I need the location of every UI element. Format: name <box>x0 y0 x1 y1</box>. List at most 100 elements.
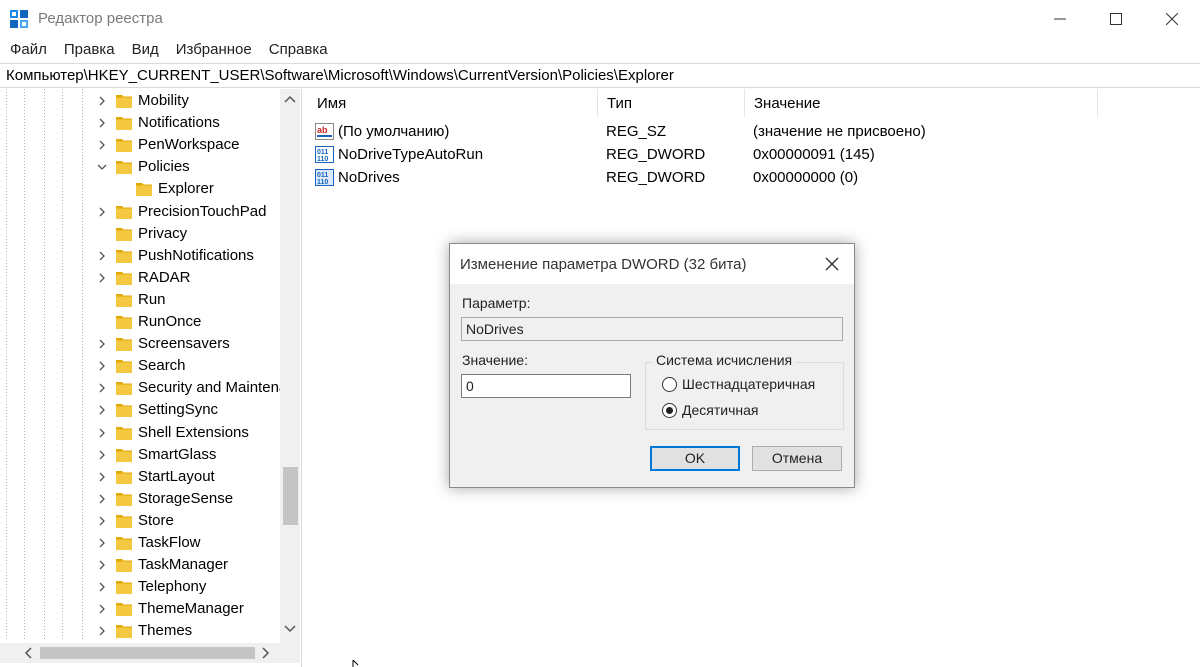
menu-favorites[interactable]: Избранное <box>167 38 260 62</box>
tree-item-notifications[interactable]: Notifications <box>0 112 282 134</box>
address-bar[interactable]: Компьютер\HKEY_CURRENT_USER\Software\Mic… <box>0 63 1200 88</box>
folder-icon <box>116 161 132 175</box>
tree-horizontal-scrollbar[interactable] <box>0 643 300 663</box>
tree-item-radar[interactable]: RADAR <box>0 267 282 289</box>
value-data: 0x00000000 (0) <box>753 169 859 186</box>
tree-item-taskflow[interactable]: TaskFlow <box>0 532 282 554</box>
chevron-right-icon[interactable] <box>96 272 108 284</box>
folder-icon <box>116 249 132 263</box>
chevron-right-icon[interactable] <box>96 449 108 461</box>
tree-item-storagesense[interactable]: StorageSense <box>0 488 282 510</box>
tree-item-runonce[interactable]: RunOnce <box>0 311 282 333</box>
tree-item-security-and-maintena[interactable]: Security and Maintena <box>0 377 282 399</box>
list-row[interactable]: 011 110 NoDriveTypeAutoRun REG_DWORD 0x0… <box>308 143 1188 166</box>
tree-item-policies[interactable]: Policies <box>0 156 282 178</box>
tree-item-label: RunOnce <box>138 313 202 330</box>
chevron-right-icon[interactable] <box>96 515 108 527</box>
radio-hex-label: Шестнадцатеричная <box>682 376 816 392</box>
tree-item-penworkspace[interactable]: PenWorkspace <box>0 134 282 156</box>
chevron-right-icon[interactable] <box>96 559 108 571</box>
minimize-button[interactable] <box>1032 0 1088 38</box>
tree-item-explorer[interactable]: Explorer <box>0 178 282 200</box>
scroll-up-icon[interactable] <box>284 95 296 103</box>
tree-item-pushnotifications[interactable]: PushNotifications <box>0 245 282 267</box>
chevron-right-icon[interactable] <box>96 603 108 615</box>
tree-item-taskmanager[interactable]: TaskManager <box>0 554 282 576</box>
tree-item-run[interactable]: Run <box>0 289 282 311</box>
tree-item-label: Themes <box>138 622 193 640</box>
tree-item-thememanager[interactable]: ThemeManager <box>0 598 282 620</box>
tree-item-settingsync[interactable]: SettingSync <box>0 399 282 421</box>
window-title: Редактор реестра <box>38 10 163 27</box>
tree-item-store[interactable]: Store <box>0 510 282 532</box>
radio-decimal[interactable]: Десятичная <box>662 400 758 420</box>
menu-view[interactable]: Вид <box>123 38 167 62</box>
folder-icon <box>116 205 132 219</box>
chevron-right-icon[interactable] <box>96 404 108 416</box>
close-icon[interactable] <box>822 254 842 274</box>
tree-item-shell-extensions[interactable]: Shell Extensions <box>0 422 282 444</box>
tree-pane: Mobility Notifications PenWorkspace Policie… <box>0 89 302 667</box>
chevron-right-icon[interactable] <box>96 206 108 218</box>
chevron-right-icon[interactable] <box>96 471 108 483</box>
dialog-title: Изменение параметра DWORD (32 бита) <box>460 256 747 273</box>
column-header-value[interactable]: Значение <box>745 89 1098 117</box>
list-row[interactable]: 011 110 NoDrives REG_DWORD 0x00000000 (0… <box>308 166 1188 189</box>
chevron-right-icon[interactable] <box>96 427 108 439</box>
value-name: NoDriveTypeAutoRun <box>338 146 484 163</box>
scroll-left-icon[interactable] <box>24 647 32 659</box>
maximize-button[interactable] <box>1088 0 1144 38</box>
tree-item-precisiontouchpad[interactable]: PrecisionTouchPad <box>0 201 282 223</box>
chevron-right-icon[interactable] <box>96 493 108 505</box>
scroll-down-icon[interactable] <box>284 625 296 633</box>
chevron-down-icon[interactable] <box>96 161 108 173</box>
chevron-right-icon[interactable] <box>96 537 108 549</box>
tree-vertical-scroll-thumb[interactable] <box>283 467 298 525</box>
chevron-right-icon[interactable] <box>96 139 108 151</box>
value-input[interactable]: 0 <box>461 374 631 398</box>
chevron-right-icon[interactable] <box>96 625 108 637</box>
tree-item-smartglass[interactable]: SmartGlass <box>0 444 282 466</box>
menu-help[interactable]: Справка <box>260 38 336 62</box>
menu-edit[interactable]: Правка <box>55 38 123 62</box>
tree-item-startlayout[interactable]: StartLayout <box>0 466 282 488</box>
tree-item-telephony[interactable]: Telephony <box>0 576 282 598</box>
menu-bar: Файл Правка Вид Избранное Справка <box>0 38 1200 62</box>
tree-item-search[interactable]: Search <box>0 355 282 377</box>
maximize-icon <box>1110 13 1122 25</box>
ok-button[interactable]: OK <box>650 446 740 471</box>
tree-item-label: PenWorkspace <box>138 136 240 154</box>
cancel-button[interactable]: Отмена <box>752 446 842 471</box>
folder-icon <box>116 271 132 285</box>
radio-dec-button[interactable] <box>662 402 677 418</box>
radio-hexadecimal[interactable]: Шестнадцатеричная <box>662 374 815 394</box>
tree-item-mobility[interactable]: Mobility <box>0 90 282 112</box>
tree-item-screensavers[interactable]: Screensavers <box>0 333 282 355</box>
tree-item-themes[interactable]: Themes <box>0 620 282 642</box>
folder-icon <box>116 117 132 131</box>
chevron-right-icon[interactable] <box>96 117 108 129</box>
value-type: REG_DWORD <box>606 146 706 163</box>
folder-icon <box>116 470 132 484</box>
chevron-right-icon[interactable] <box>96 360 108 372</box>
radio-hex-button[interactable] <box>662 376 677 392</box>
chevron-right-icon[interactable] <box>96 581 108 593</box>
tree-horizontal-scroll-thumb[interactable] <box>40 647 255 659</box>
chevron-right-icon[interactable] <box>96 250 108 262</box>
list-row[interactable]: ab (По умолчанию) REG_SZ (значение не пр… <box>308 120 1188 143</box>
string-value-icon: ab <box>315 123 334 140</box>
close-button[interactable] <box>1144 0 1200 38</box>
chevron-right-icon[interactable] <box>96 382 108 394</box>
scroll-right-icon[interactable] <box>262 647 270 659</box>
tree-item-label: Search <box>138 357 186 375</box>
folder-icon <box>116 316 132 329</box>
column-header-type[interactable]: Тип <box>598 89 745 117</box>
chevron-right-icon[interactable] <box>96 95 108 107</box>
tree-item-label: Notifications <box>138 114 220 132</box>
tree-vertical-scrollbar[interactable] <box>280 89 300 647</box>
dialog-title-bar: Изменение параметра DWORD (32 бита) <box>450 244 854 284</box>
chevron-right-icon[interactable] <box>96 338 108 350</box>
menu-file[interactable]: Файл <box>0 38 55 62</box>
tree-item-privacy[interactable]: Privacy <box>0 223 282 245</box>
column-header-name[interactable]: Имя <box>308 89 598 117</box>
